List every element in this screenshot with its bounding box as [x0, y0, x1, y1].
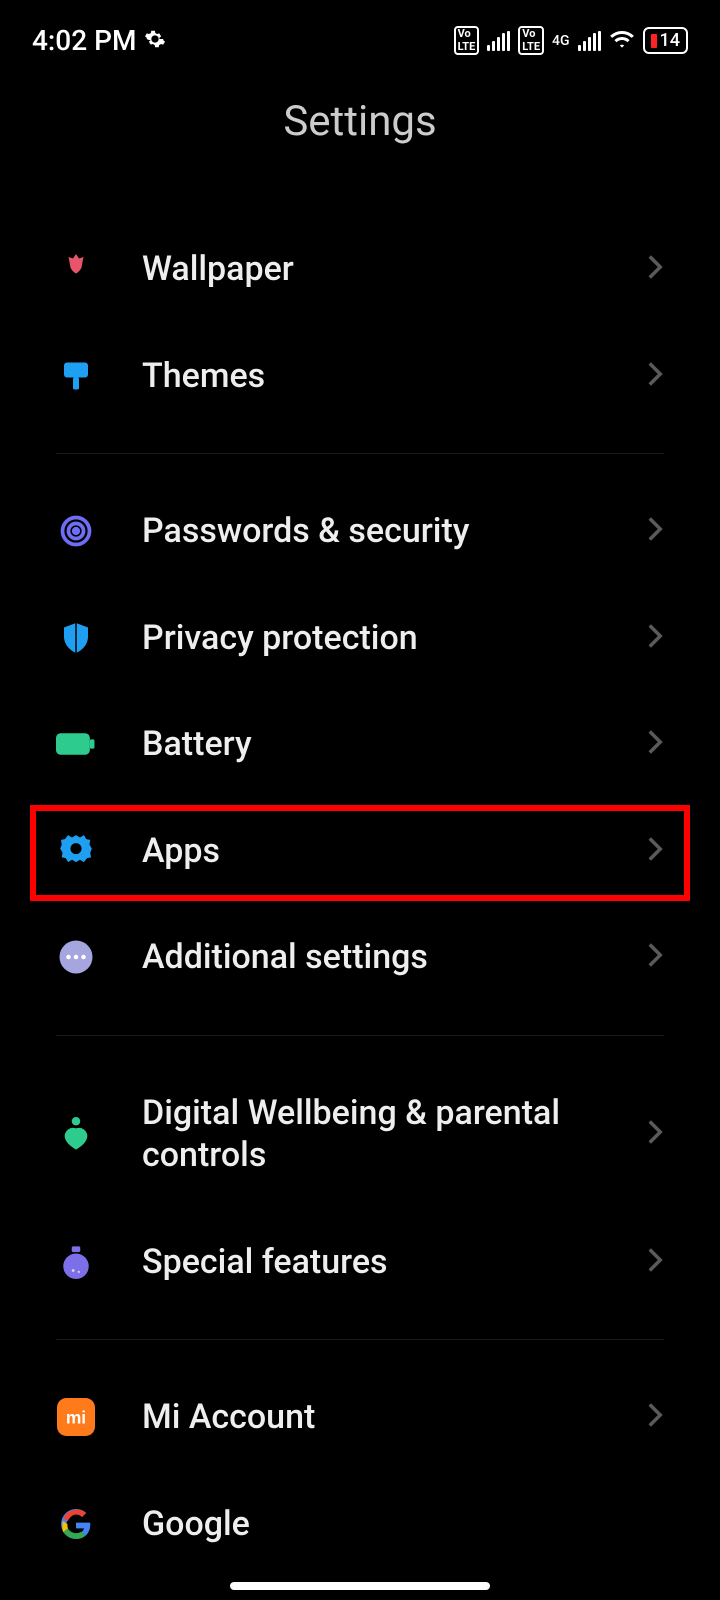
- signal-icon-1: [487, 31, 510, 51]
- google-icon: [56, 1504, 96, 1544]
- item-label: Wallpaper: [142, 248, 600, 291]
- volte-icon-2: VoLTE: [518, 26, 544, 54]
- status-right: VoLTE VoLTE 4G 14: [454, 24, 688, 57]
- chevron-right-icon: [646, 622, 664, 654]
- dots-circle-icon: [56, 937, 96, 977]
- shield-icon: [56, 618, 96, 658]
- settings-item-special[interactable]: Special features: [56, 1209, 664, 1316]
- gear-icon-status: [144, 24, 166, 57]
- chevron-right-icon: [646, 1401, 664, 1433]
- item-label: Digital Wellbeing & parental controls: [142, 1092, 600, 1177]
- item-label: Mi Account: [142, 1396, 600, 1439]
- chevron-right-icon: [646, 515, 664, 547]
- settings-item-themes[interactable]: Themes: [56, 323, 664, 430]
- status-bar: 4:02 PM VoLTE VoLTE 4G 14: [0, 0, 720, 69]
- chevron-right-icon: [646, 360, 664, 392]
- item-label: Battery: [142, 723, 600, 766]
- chevron-right-icon: [646, 1118, 664, 1150]
- chevron-right-icon: [646, 253, 664, 285]
- chevron-right-icon: [646, 728, 664, 760]
- item-label: Google: [142, 1503, 664, 1546]
- settings-item-miaccount[interactable]: mi Mi Account: [56, 1364, 664, 1471]
- divider: [56, 1339, 664, 1340]
- item-label: Apps: [142, 830, 600, 873]
- tulip-icon: [56, 249, 96, 289]
- chevron-right-icon: [646, 941, 664, 973]
- network-type: 4G: [552, 34, 570, 48]
- divider: [56, 453, 664, 454]
- status-left: 4:02 PM: [32, 24, 166, 57]
- item-label: Additional settings: [142, 936, 600, 979]
- settings-list: Wallpaper Themes Passwords & security Pr…: [0, 216, 720, 1545]
- settings-item-privacy[interactable]: Privacy protection: [56, 585, 664, 692]
- chevron-right-icon: [646, 1246, 664, 1278]
- settings-item-apps[interactable]: Apps: [56, 798, 664, 905]
- settings-item-wallpaper[interactable]: Wallpaper: [56, 216, 664, 323]
- nav-handle[interactable]: [230, 1582, 490, 1590]
- item-label: Passwords & security: [142, 510, 600, 553]
- divider: [56, 1035, 664, 1036]
- brush-icon: [56, 356, 96, 396]
- item-label: Privacy protection: [142, 617, 600, 660]
- settings-item-additional[interactable]: Additional settings: [56, 904, 664, 1011]
- flask-icon: [56, 1242, 96, 1282]
- svg-text:mi: mi: [66, 1408, 86, 1428]
- settings-item-passwords[interactable]: Passwords & security: [56, 478, 664, 585]
- wellbeing-icon: [56, 1114, 96, 1154]
- fingerprint-icon: [56, 511, 96, 551]
- battery-icon: [56, 724, 96, 764]
- gear-badge-icon: [56, 831, 96, 871]
- settings-item-battery[interactable]: Battery: [56, 691, 664, 798]
- volte-icon: VoLTE: [454, 26, 480, 54]
- settings-item-google[interactable]: Google: [56, 1471, 664, 1546]
- settings-item-wellbeing[interactable]: Digital Wellbeing & parental controls: [56, 1060, 664, 1209]
- wifi-icon: [609, 24, 635, 57]
- battery-icon: 14: [643, 27, 688, 54]
- status-time: 4:02 PM: [32, 24, 136, 57]
- item-label: Themes: [142, 355, 600, 398]
- item-label: Special features: [142, 1241, 600, 1284]
- mi-icon: mi: [56, 1397, 96, 1437]
- chevron-right-icon: [646, 835, 664, 867]
- page-title: Settings: [0, 97, 720, 146]
- signal-icon-2: [578, 31, 601, 51]
